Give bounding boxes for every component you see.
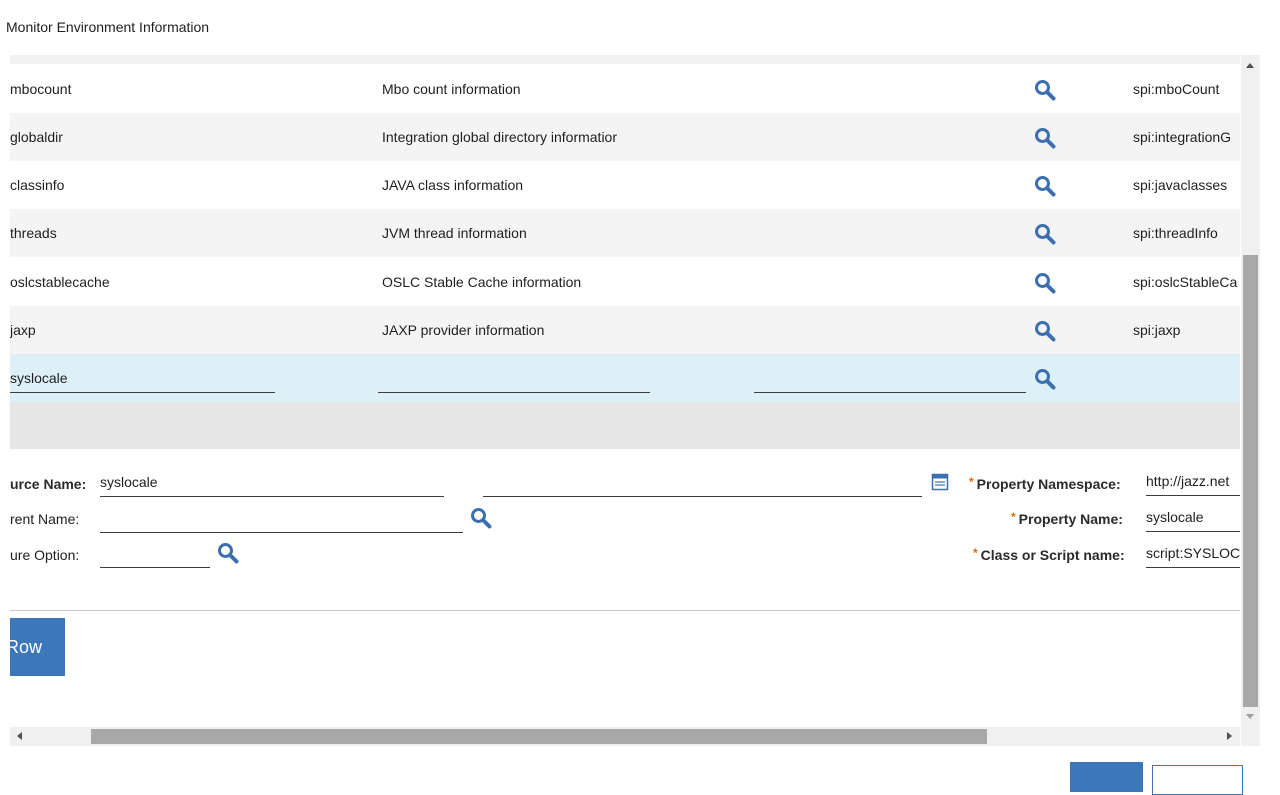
row-name: mbocount [10, 81, 72, 97]
horizontal-scrollbar[interactable] [10, 727, 1240, 746]
row-description: OSLC Stable Cache information [382, 274, 582, 290]
row-name: threads [10, 225, 57, 241]
row-detail-magnifier[interactable] [1034, 354, 1062, 402]
row-description: JVM thread information [382, 225, 527, 241]
configure-option-field[interactable] [100, 539, 210, 568]
class-script-label: * Class or Script name: [973, 546, 1125, 563]
class-script-field[interactable]: script:SYSLOC [1146, 539, 1240, 568]
vertical-scroll-thumb[interactable] [1243, 255, 1258, 707]
magnifier-icon[interactable] [1034, 320, 1056, 342]
row-description: Integration global directory informatior [382, 129, 618, 145]
row-description: JAVA class information [382, 177, 524, 193]
table-row[interactable]: threads JVM thread information spi:threa… [10, 209, 1240, 257]
row-detail-magnifier[interactable] [1034, 65, 1062, 113]
configure-option-lookup-icon[interactable] [217, 542, 239, 564]
detail-section-band [10, 402, 1240, 449]
scrollbar-corner [1241, 727, 1260, 746]
long-description-icon[interactable] [931, 473, 949, 491]
cancel-button[interactable] [1152, 765, 1243, 795]
selected-table-row[interactable]: syslocale [10, 354, 1240, 403]
table-row[interactable]: globaldir Integration global directory i… [10, 113, 1240, 161]
selected-row-extra-input[interactable] [754, 354, 1026, 393]
row-detail-magnifier[interactable] [1034, 306, 1062, 354]
resource-name-label: urce Name: [10, 476, 87, 492]
resource-description-field[interactable] [483, 468, 922, 497]
row-class: spi:javaclasses [1133, 177, 1228, 193]
parent-name-lookup-icon[interactable] [470, 507, 492, 529]
required-marker: * [973, 546, 978, 560]
property-name-label: * Property Name: [1011, 510, 1123, 527]
magnifier-icon[interactable] [1034, 223, 1056, 245]
table-viewport: mbocount Mbo count information spi:mboCo… [10, 55, 1240, 727]
dialog-title: Monitor Environment Information [6, 19, 210, 35]
row-detail-magnifier[interactable] [1034, 113, 1062, 161]
row-class: spi:mboCount [1133, 81, 1220, 97]
horizontal-scroll-thumb[interactable] [91, 729, 987, 744]
resource-name-field[interactable]: syslocale [100, 468, 444, 497]
configure-option-label: ure Option: [10, 547, 80, 563]
row-name: classinfo [10, 177, 65, 193]
row-detail-magnifier[interactable] [1034, 209, 1062, 257]
selected-row-description-input[interactable] [378, 354, 650, 393]
required-marker: * [1011, 510, 1016, 524]
table-row[interactable]: jaxp JAXP provider information spi:jaxp [10, 306, 1240, 354]
parent-name-label: rent Name: [10, 511, 80, 527]
property-namespace-label: * Property Namespace: [969, 475, 1121, 492]
magnifier-icon[interactable] [1034, 79, 1056, 101]
table-row[interactable]: mbocount Mbo count information spi:mboCo… [10, 65, 1240, 113]
magnifier-icon[interactable] [1034, 127, 1056, 149]
required-marker: * [969, 475, 974, 489]
row-class: spi:oslcStableCa [1133, 274, 1238, 290]
table-header-strip [10, 55, 1240, 64]
scroll-up-arrow-icon[interactable] [1246, 63, 1254, 68]
vertical-scrollbar[interactable] [1241, 55, 1260, 727]
magnifier-icon[interactable] [1034, 272, 1056, 294]
parent-name-field[interactable] [100, 504, 463, 533]
table-row[interactable]: oslcstablecache OSLC Stable Cache inform… [10, 258, 1240, 306]
row-description: JAXP provider information [382, 322, 545, 338]
row-class: spi:threadInfo [1133, 225, 1218, 241]
row-class: spi:integrationG [1133, 129, 1232, 145]
selected-row-name: syslocale [10, 370, 68, 386]
ok-button[interactable] [1070, 762, 1143, 792]
property-namespace-field[interactable]: http://jazz.net [1146, 467, 1240, 496]
row-name: globaldir [10, 129, 63, 145]
table-row[interactable]: classinfo JAVA class information spi:jav… [10, 161, 1240, 209]
row-name: jaxp [10, 322, 36, 338]
property-name-field[interactable]: syslocale [1146, 503, 1240, 532]
row-detail-magnifier[interactable] [1034, 258, 1062, 306]
scroll-right-arrow-icon[interactable] [1227, 732, 1232, 740]
new-row-label: Row [10, 637, 42, 657]
scroll-down-arrow-icon[interactable] [1246, 714, 1254, 719]
magnifier-icon[interactable] [1034, 175, 1056, 197]
section-divider [10, 610, 1240, 611]
new-row-button[interactable]: Row [10, 618, 65, 676]
row-name: oslcstablecache [10, 274, 110, 290]
row-description: Mbo count information [382, 81, 521, 97]
scroll-left-arrow-icon[interactable] [17, 732, 22, 740]
selected-row-name-input[interactable]: syslocale [10, 354, 275, 393]
row-class: spi:jaxp [1133, 322, 1181, 338]
row-detail-magnifier[interactable] [1034, 161, 1062, 209]
magnifier-icon[interactable] [1034, 368, 1056, 390]
